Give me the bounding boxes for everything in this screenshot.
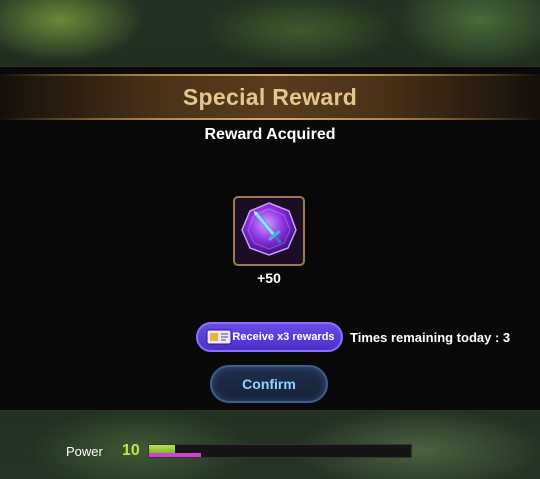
power-value: 10 — [122, 442, 140, 459]
dialog-title: Special Reward — [182, 83, 358, 110]
power-secondary-fill — [149, 453, 202, 457]
power-status: Power 10 — [52, 436, 422, 466]
power-label: Power — [66, 444, 103, 459]
ticket-icon — [206, 328, 232, 346]
reward-quantity: +50 — [257, 270, 281, 286]
reward-item-slot[interactable] — [233, 196, 305, 266]
receive-x3-rewards-label: Receive x3 rewards — [232, 331, 335, 343]
times-remaining-text: Times remaining today : 3 — [350, 330, 511, 345]
title-banner: Special Reward — [0, 74, 540, 120]
dialog-subtitle: Reward Acquired — [204, 126, 336, 143]
confirm-button[interactable]: Confirm — [210, 365, 328, 403]
power-progress-bar — [148, 444, 412, 458]
purple-gem-sword-icon — [239, 200, 299, 263]
power-xp-fill — [149, 445, 176, 453]
receive-x3-rewards-button[interactable]: Receive x3 rewards — [196, 322, 343, 352]
